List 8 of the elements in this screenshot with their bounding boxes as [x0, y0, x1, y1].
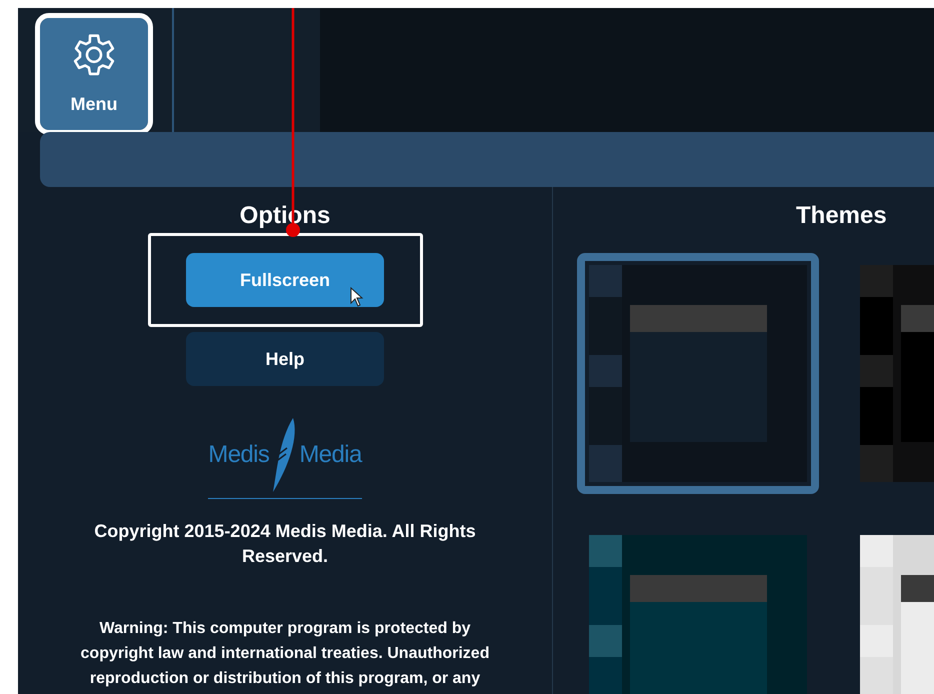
warning-text: Warning: This computer program is protected by copyright law and international treaties. Unauthorized reproduction or distribution of this program, or any — [80, 619, 490, 689]
menu-button[interactable]: Menu — [40, 18, 148, 130]
option-button[interactable]: Help — [186, 332, 384, 386]
copyright-text: Copyright 2015-2024 Medis Media. All Rights Reserved. — [93, 520, 477, 568]
logo: Medis Media — [208, 416, 362, 499]
option-button[interactable]: Fullscreen — [186, 253, 384, 307]
cursor-icon — [350, 287, 364, 307]
section-title: Themes — [796, 201, 887, 231]
